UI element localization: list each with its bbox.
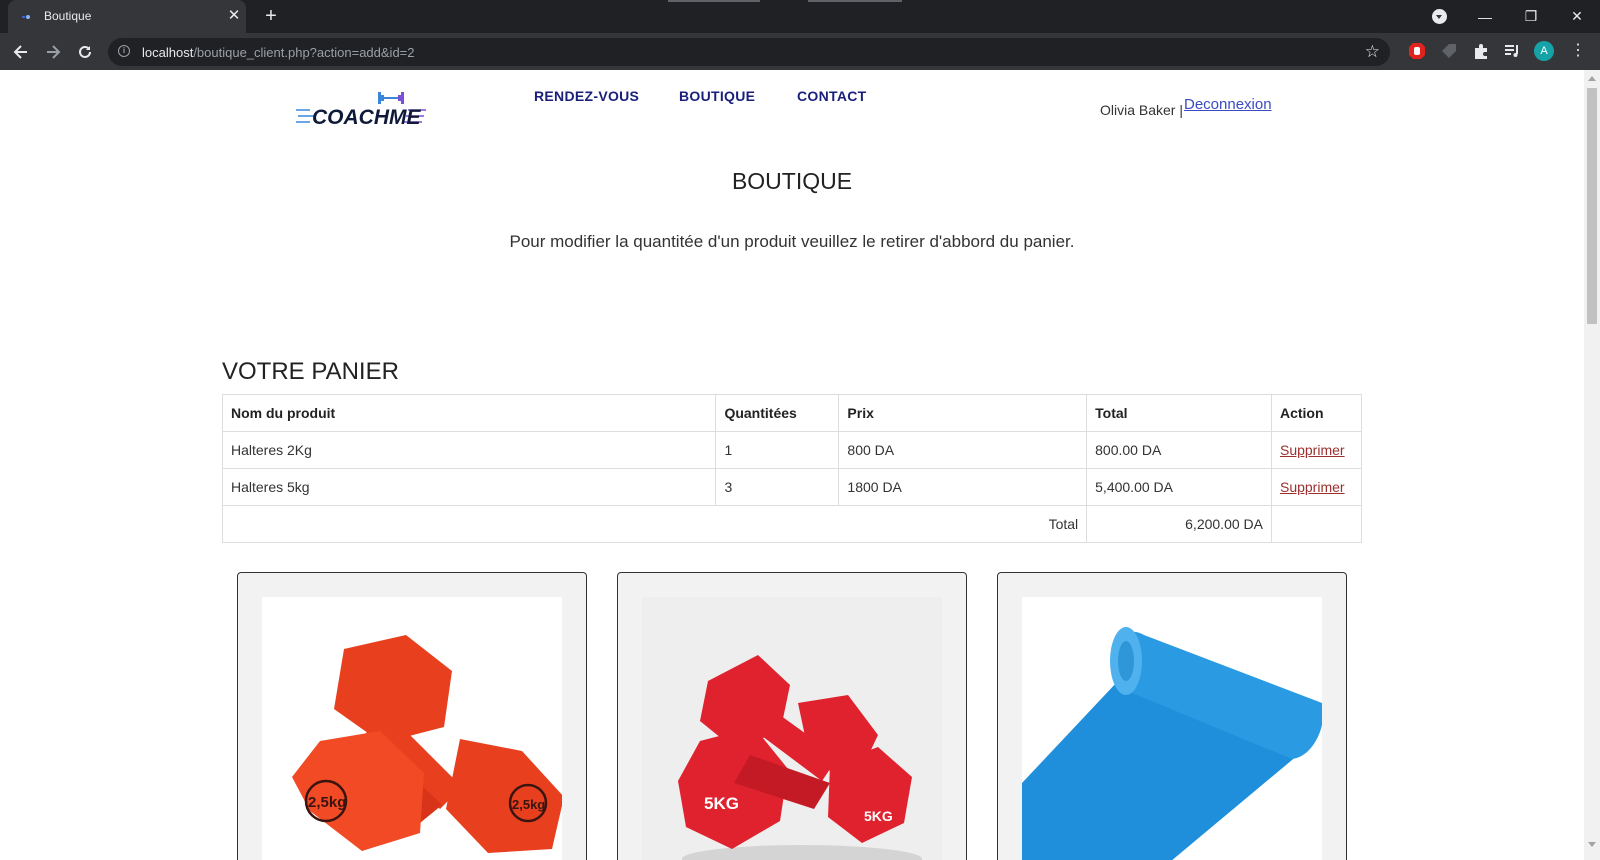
- scrollbar-thumb[interactable]: [1587, 88, 1597, 324]
- table-row: Halteres 5kg 3 1800 DA 5,400.00 DA Suppr…: [221, 468, 1363, 506]
- browser-tab[interactable]: Boutique ✕: [8, 0, 246, 33]
- minimize-icon[interactable]: —: [1462, 0, 1508, 33]
- address-bar[interactable]: i localhost/boutique_client.php?action=a…: [108, 38, 1390, 66]
- product-card[interactable]: 5KG 5KG: [617, 572, 967, 860]
- scroll-down-arrow-icon[interactable]: [1588, 842, 1596, 847]
- bookmark-star-icon[interactable]: ☆: [1365, 42, 1380, 62]
- tab-strip-marker: [668, 0, 760, 2]
- total-label: Total: [221, 505, 1088, 543]
- logout-link[interactable]: Deconnexion: [1184, 96, 1272, 113]
- svg-text:2,5kg: 2,5kg: [308, 794, 346, 811]
- action-cell: Supprimer: [1270, 468, 1363, 506]
- product-card[interactable]: 2,5kg 2,5kg: [237, 572, 587, 860]
- red-dumbbells-image: 2,5kg 2,5kg: [262, 597, 562, 860]
- product-name: Halteres 5kg: [221, 468, 717, 506]
- product-total: 5,400.00 DA: [1086, 468, 1272, 506]
- product-total: 800.00 DA: [1086, 431, 1272, 469]
- site-info-icon[interactable]: i: [118, 45, 130, 57]
- reload-icon[interactable]: [72, 39, 98, 65]
- empty-cell: [1270, 505, 1363, 543]
- nav-contact[interactable]: CONTACT: [797, 88, 867, 104]
- cart-table: Nom du produit Quantitées Prix Total Act…: [221, 394, 1363, 543]
- column-header: Nom du produit: [221, 394, 717, 432]
- tab-close-icon[interactable]: ✕: [224, 6, 244, 26]
- nav-rendez-vous[interactable]: RENDEZ-VOUS: [534, 88, 639, 104]
- table-header-row: Nom du produit Quantitées Prix Total Act…: [221, 394, 1363, 432]
- product-name: Halteres 2Kg: [221, 431, 717, 469]
- tab-strip-marker: [808, 0, 902, 2]
- url-text[interactable]: localhost/boutique_client.php?action=add…: [142, 45, 415, 60]
- total-row: Total 6,200.00 DA: [221, 505, 1363, 543]
- nav-boutique[interactable]: BOUTIQUE: [679, 88, 755, 104]
- svg-text:5KG: 5KG: [864, 808, 893, 824]
- page-scrollbar[interactable]: [1584, 70, 1600, 860]
- browser-menu-icon[interactable]: ⋮: [1568, 41, 1588, 61]
- user-name: Olivia Baker |: [1100, 102, 1183, 118]
- product-card[interactable]: [997, 572, 1347, 860]
- page-title: BOUTIQUE: [731, 168, 853, 194]
- browser-tab-strip: Boutique ✕ + — ❐ ✕: [0, 0, 1600, 33]
- product-price: 800 DA: [838, 431, 1088, 469]
- column-header: Prix: [838, 394, 1088, 432]
- total-value: 6,200.00 DA: [1086, 505, 1272, 543]
- scroll-up-arrow-icon[interactable]: [1588, 76, 1596, 81]
- column-header: Action: [1270, 394, 1363, 432]
- extension-tag-icon[interactable]: [1440, 42, 1458, 60]
- back-icon[interactable]: [8, 39, 34, 65]
- tab-search-icon[interactable]: [1432, 9, 1447, 24]
- product-quantity: 3: [715, 468, 840, 506]
- restore-icon[interactable]: ❐: [1508, 0, 1554, 33]
- favicon-icon: [22, 15, 30, 19]
- page-content: COACHME RENDEZ-VOUS BOUTIQUE CONTACT Oli…: [0, 70, 1584, 860]
- window-controls: — ❐ ✕: [1462, 0, 1600, 33]
- media-control-icon[interactable]: [1503, 42, 1521, 60]
- blue-yoga-mat-image: [1022, 597, 1322, 860]
- column-header: Total: [1086, 394, 1272, 432]
- cart-heading: VOTRE PANIER: [222, 358, 399, 385]
- coachme-logo[interactable]: COACHME: [296, 92, 428, 128]
- browser-toolbar: i localhost/boutique_client.php?action=a…: [0, 33, 1600, 71]
- new-tab-icon[interactable]: +: [260, 5, 282, 27]
- info-message: Pour modifier la quantitée d'un produit …: [509, 232, 1075, 251]
- product-quantity: 1: [715, 431, 840, 469]
- action-cell: Supprimer: [1270, 431, 1363, 469]
- red-dumbbells-5kg-image: 5KG 5KG: [642, 597, 942, 860]
- adblock-extension-icon[interactable]: [1408, 42, 1426, 60]
- svg-text:5KG: 5KG: [704, 794, 739, 813]
- forward-icon[interactable]: [40, 39, 66, 65]
- remove-link[interactable]: Supprimer: [1280, 442, 1345, 458]
- close-window-icon[interactable]: ✕: [1554, 0, 1600, 33]
- tab-title: Boutique: [44, 9, 92, 23]
- svg-text:COACHME: COACHME: [312, 106, 421, 128]
- remove-link[interactable]: Supprimer: [1280, 479, 1345, 495]
- profile-avatar[interactable]: A: [1534, 41, 1554, 61]
- extensions-puzzle-icon[interactable]: [1472, 42, 1490, 60]
- column-header: Quantitées: [715, 394, 840, 432]
- table-row: Halteres 2Kg 1 800 DA 800.00 DA Supprime…: [221, 431, 1363, 469]
- product-price: 1800 DA: [838, 468, 1088, 506]
- svg-text:2,5kg: 2,5kg: [512, 797, 545, 812]
